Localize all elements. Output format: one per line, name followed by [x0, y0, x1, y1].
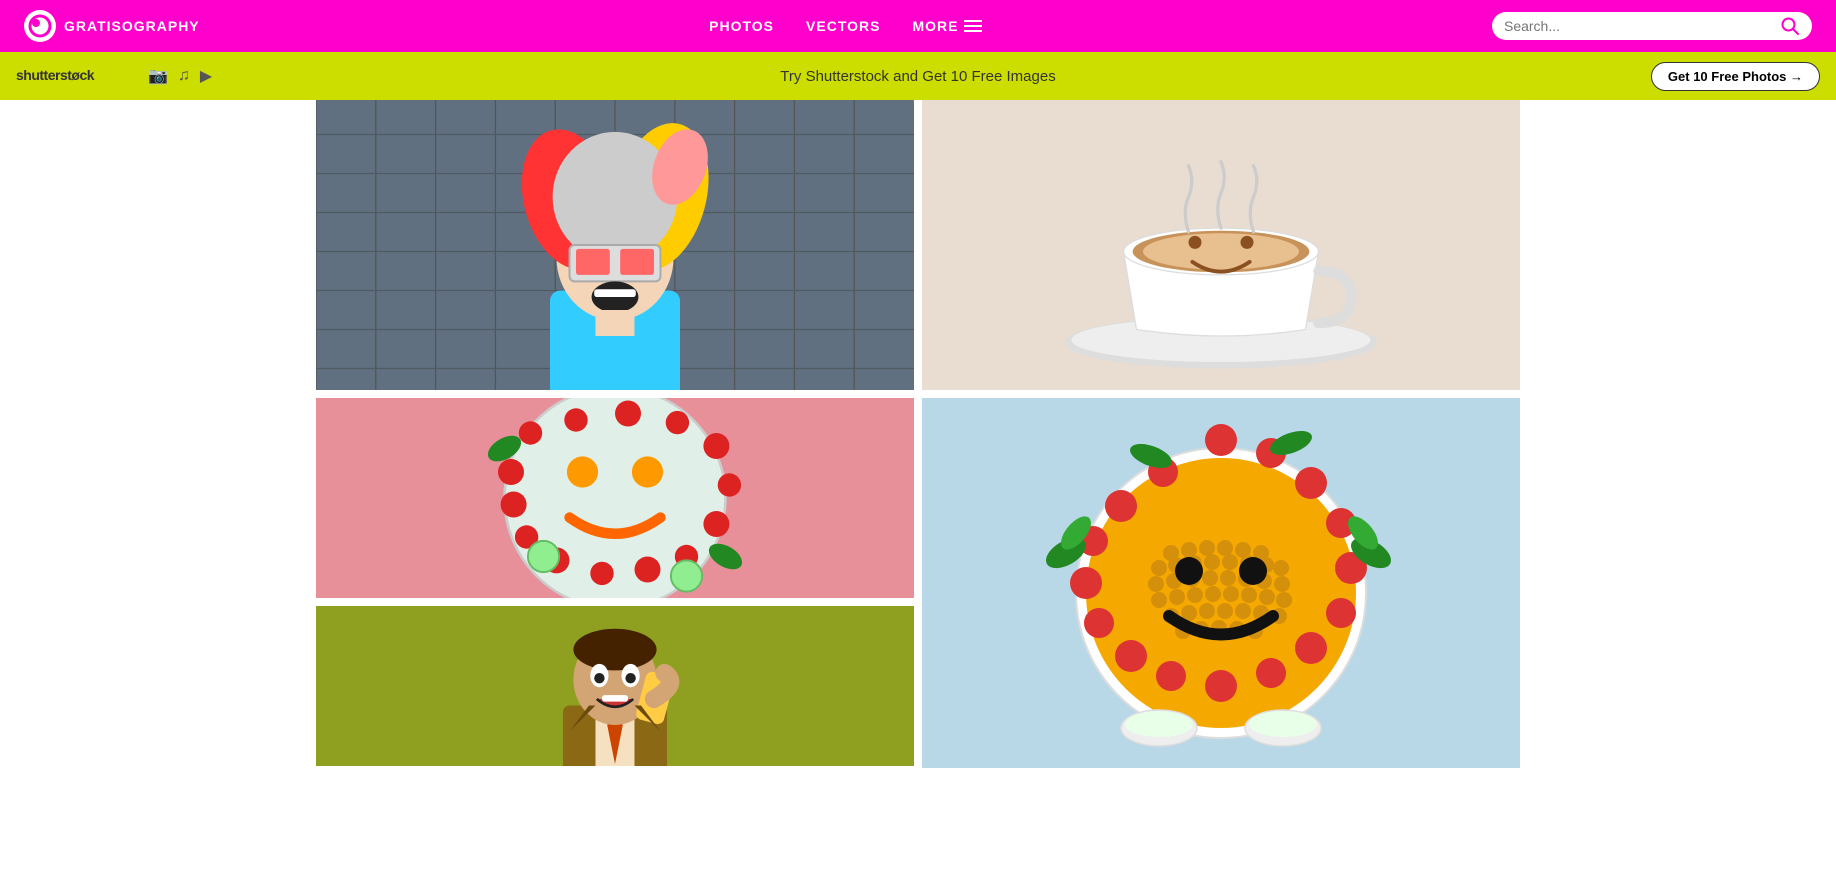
photo-man-phone[interactable] [316, 606, 914, 766]
search-button[interactable] [1780, 16, 1800, 36]
shutterstock-bar: shutterstøck 📷 ♫ ▶ Try Shutterstock and … [0, 52, 1836, 100]
photo-food-plate[interactable] [316, 398, 914, 598]
nav-more[interactable]: MORE [912, 18, 982, 34]
food-plate-svg [316, 398, 914, 598]
soup-bowl-svg [922, 398, 1520, 768]
video-icon[interactable]: ▶ [200, 66, 212, 86]
left-column [316, 100, 914, 768]
shutterstock-promo-text: Try Shutterstock and Get 10 Free Images [780, 68, 1055, 85]
shutterstock-logo[interactable]: shutterstøck [16, 64, 136, 89]
top-navigation: GRATISOGRAPHY PHOTOS VECTORS MORE [0, 0, 1836, 52]
camera-icon[interactable]: 📷 [148, 66, 168, 86]
photo-coffee[interactable] [922, 100, 1520, 390]
nav-more-label: MORE [912, 18, 958, 34]
nav-vectors[interactable]: VECTORS [806, 18, 880, 34]
hamburger-icon [964, 20, 982, 32]
svg-text:shutterstøck: shutterstøck [16, 67, 95, 83]
coffee-svg [922, 100, 1520, 390]
music-icon[interactable]: ♫ [178, 67, 190, 85]
right-column [922, 100, 1520, 768]
logo-link[interactable]: GRATISOGRAPHY [24, 10, 200, 42]
logo-icon [24, 10, 56, 42]
search-input[interactable] [1504, 18, 1772, 34]
search-bar [1492, 12, 1812, 40]
shutterstock-left: shutterstøck 📷 ♫ ▶ [16, 64, 212, 89]
photo-clown[interactable] [316, 100, 914, 390]
photo-grid [316, 100, 1520, 768]
free-photos-button[interactable]: Get 10 Free Photos → [1651, 62, 1820, 91]
photo-soup-bowl[interactable] [922, 398, 1520, 768]
nav-photos[interactable]: PHOTOS [709, 18, 774, 34]
shutterstock-icons: 📷 ♫ ▶ [148, 66, 212, 86]
shutterstock-right: Get 10 Free Photos → [1651, 62, 1820, 91]
main-content [0, 100, 1836, 768]
shutterstock-logo-svg: shutterstøck [16, 64, 136, 86]
man-phone-svg [316, 606, 914, 766]
clown-svg [316, 100, 914, 390]
nav-links: PHOTOS VECTORS MORE [709, 18, 982, 34]
logo-text: GRATISOGRAPHY [64, 18, 200, 34]
